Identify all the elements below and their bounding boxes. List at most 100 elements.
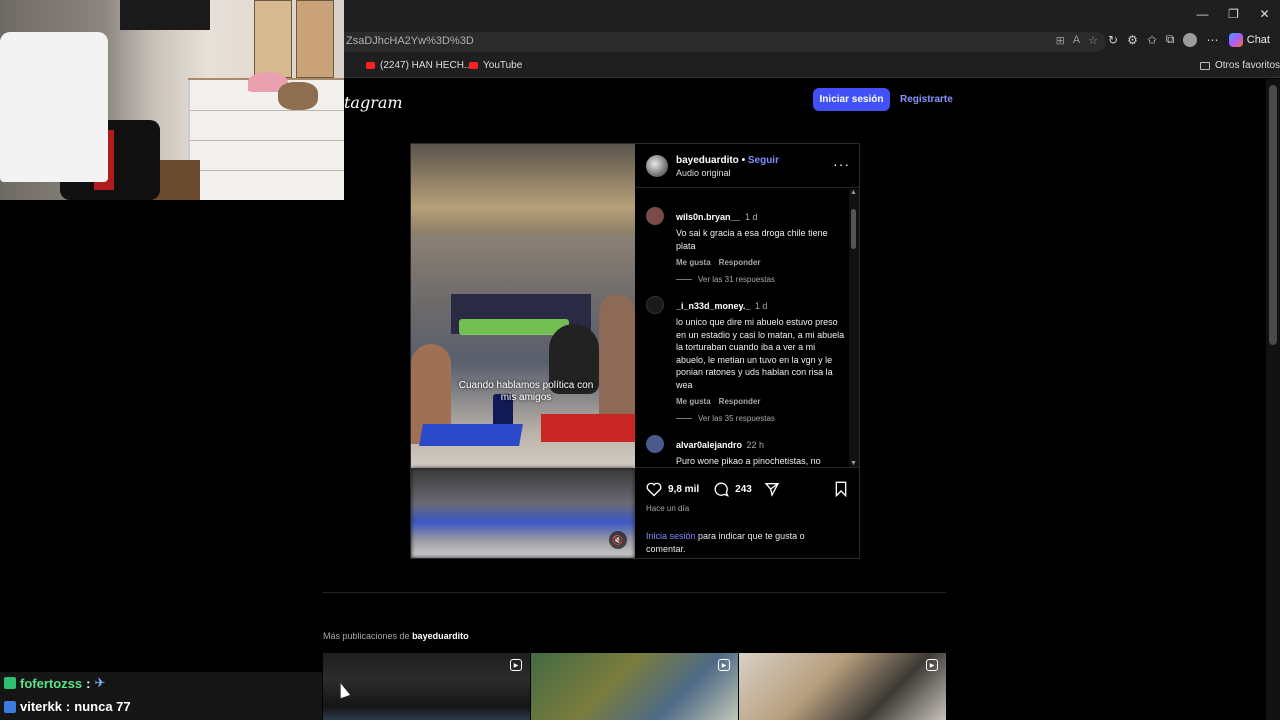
youtube-icon: [366, 62, 375, 69]
more-posts-heading: Más publicaciones de bayeduardito: [323, 631, 469, 641]
stream-chat-overlay: fofertozss : ✈ viterkk : nunca 77: [0, 672, 322, 720]
refresh-extension-icon[interactable]: ↻: [1108, 33, 1118, 47]
mute-toggle-icon[interactable]: 🔇: [609, 531, 627, 549]
comments-list: wils0n.bryan__ 1 d Vo sai k gracia a esa…: [635, 189, 859, 467]
comment-icon[interactable]: [713, 481, 730, 497]
webcam-tv: [120, 0, 210, 30]
comment-time: 1 d: [744, 212, 758, 222]
comment-text: Puro wone pikao a pinochetistas, no sabe…: [676, 456, 821, 466]
post-header: bayeduardito • Seguir Audio original ···: [635, 144, 859, 188]
login-button[interactable]: Iniciar sesión: [813, 88, 890, 111]
author-avatar[interactable]: [646, 155, 668, 177]
more-post-thumbnail[interactable]: ▶: [739, 653, 946, 720]
scroll-up-icon[interactable]: ▲: [850, 189, 857, 196]
chat-badge-icon: [4, 700, 16, 713]
reel-icon: ▶: [718, 659, 730, 671]
minimize-icon[interactable]: —: [1187, 0, 1218, 28]
comment-like-button[interactable]: Me gusta: [676, 397, 711, 406]
webcam-bag: [278, 82, 318, 110]
comments-count: 243: [735, 483, 752, 495]
comment-reply-button[interactable]: Responder: [719, 258, 761, 267]
follow-button[interactable]: Seguir: [748, 155, 779, 166]
comment-reply-button[interactable]: Responder: [719, 397, 761, 406]
other-favorites-folder[interactable]: Otros favoritos: [1200, 60, 1280, 71]
view-replies-button[interactable]: Ver las 31 respuestas: [676, 275, 775, 284]
commenter-avatar[interactable]: [646, 435, 664, 453]
chat-text: nunca 77: [74, 699, 131, 714]
webcam-poster: [296, 0, 334, 78]
login-hint-link[interactable]: Inicia sesión: [646, 531, 696, 541]
collections-icon[interactable]: ⧉: [1166, 32, 1175, 47]
reel-icon: ▶: [510, 659, 522, 671]
like-heart-icon[interactable]: [646, 482, 662, 497]
app-available-icon[interactable]: ⊞: [1056, 34, 1065, 47]
bookmark-han-hech[interactable]: (2247) HAN HECH...: [366, 60, 472, 71]
more-post-thumbnail[interactable]: ▶: [531, 653, 738, 720]
view-replies-button[interactable]: Ver las 35 respuestas: [676, 414, 775, 423]
address-bar[interactable]: ZsaDJhcHA2Yw%3D%3D ⊞ A ☆: [336, 32, 1106, 52]
read-aloud-icon[interactable]: A: [1073, 34, 1080, 47]
likes-count[interactable]: 9,8 mil: [668, 484, 699, 495]
view-replies-label: Ver las 35 respuestas: [698, 414, 775, 423]
close-icon[interactable]: ✕: [1249, 0, 1280, 28]
instagram-logo[interactable]: tagram: [344, 93, 403, 112]
login-hint: Inicia sesión para indicar que te gusta …: [646, 530, 846, 555]
video-caption: Cuando hablamos política con mis amigos: [458, 380, 594, 403]
more-menu-icon[interactable]: ⋯: [1206, 33, 1218, 47]
bookmark-youtube[interactable]: YouTube: [469, 60, 522, 71]
chat-badge-icon: [4, 677, 16, 689]
chat-separator: :: [65, 699, 71, 714]
chat-message: fofertozss : ✈: [4, 675, 105, 691]
folder-icon: [1200, 61, 1210, 70]
comment-time: 22 h: [746, 440, 765, 450]
comment-like-button[interactable]: Me gusta: [676, 258, 711, 267]
page-scrollbar[interactable]: [1266, 79, 1280, 720]
commenter-avatar[interactable]: [646, 296, 664, 314]
share-icon[interactable]: [764, 481, 780, 497]
favorites-icon[interactable]: ✩: [1147, 33, 1157, 47]
favorite-star-icon[interactable]: ☆: [1088, 34, 1098, 47]
bookmark-label: YouTube: [483, 60, 523, 71]
separator-dot: •: [738, 155, 748, 166]
view-replies-label: Ver las 31 respuestas: [698, 275, 775, 284]
webcam-dresser: [188, 80, 344, 200]
comment-username[interactable]: alvar0alejandro: [676, 440, 742, 450]
url-text: ZsaDJhcHA2Yw%3D%3D: [346, 35, 474, 47]
comment-username[interactable]: _i_n33d_money._: [676, 301, 750, 311]
post-timestamp: Hace un día: [646, 504, 690, 513]
extensions-icon[interactable]: ⚙: [1127, 33, 1138, 47]
comments-scroll-thumb[interactable]: [851, 209, 856, 249]
chat-separator: :: [86, 675, 91, 691]
chat-username: fofertozss: [20, 675, 83, 691]
webcam-shirt: [0, 32, 108, 182]
author-username[interactable]: bayeduardito: [676, 155, 739, 166]
window-controls: — ❐ ✕: [1187, 0, 1280, 28]
post-card: Cuando hablamos política con mis amigos …: [410, 143, 860, 559]
comments-scrollbar[interactable]: ▲ ▼: [849, 189, 859, 467]
copilot-icon: [1228, 33, 1243, 47]
chat-message: viterkk : nunca 77: [4, 699, 131, 714]
scroll-down-icon[interactable]: ▼: [850, 460, 857, 467]
audio-label[interactable]: Audio original: [676, 168, 731, 178]
profile-avatar-icon[interactable]: [1183, 32, 1198, 47]
post-actions: 9,8 mil 243 Hace un día Inicia sesión pa…: [635, 467, 859, 558]
webcam-poster: [254, 0, 292, 78]
copilot-chat-button[interactable]: Chat: [1228, 33, 1270, 47]
more-options-icon[interactable]: ···: [833, 156, 850, 172]
comment-username[interactable]: wils0n.bryan__: [676, 212, 741, 222]
post-video[interactable]: Cuando hablamos política con mis amigos …: [411, 144, 635, 558]
video-scene: [411, 234, 635, 468]
reel-icon: ▶: [926, 659, 938, 671]
page-scroll-thumb[interactable]: [1269, 85, 1277, 345]
chat-username: viterkk: [20, 699, 62, 714]
more-posts-author[interactable]: bayeduardito: [412, 631, 469, 641]
section-divider: [323, 592, 946, 593]
more-post-thumbnail[interactable]: ▶: [323, 653, 530, 720]
save-bookmark-icon[interactable]: [834, 481, 848, 497]
chat-label: Chat: [1246, 34, 1270, 46]
comment-time: 1 d: [754, 301, 768, 311]
restore-icon[interactable]: ❐: [1218, 0, 1249, 28]
signup-link[interactable]: Registrarte: [900, 94, 953, 105]
bookmark-label: (2247) HAN HECH...: [380, 60, 473, 71]
commenter-avatar[interactable]: [646, 207, 664, 225]
